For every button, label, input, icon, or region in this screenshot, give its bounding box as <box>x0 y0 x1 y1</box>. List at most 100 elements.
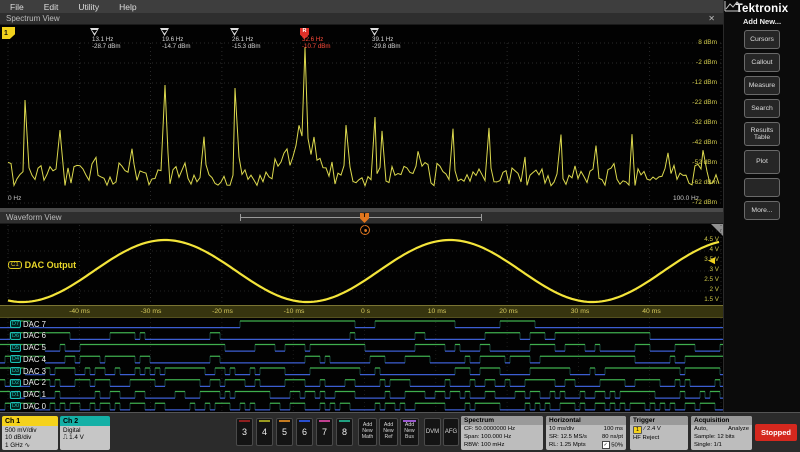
channel-4-button[interactable]: 4 <box>256 418 273 446</box>
trigger-source-chip: 1 <box>633 426 642 434</box>
spectrum-y-axis-label: -2 dBm <box>696 59 717 66</box>
channel-color-stripe <box>339 420 350 422</box>
digital-channel-name: DAC 0 <box>23 402 46 411</box>
callout-button[interactable]: Callout <box>744 53 780 72</box>
spectrum-view-header[interactable]: Spectrum View ✕ <box>0 13 723 25</box>
ch2-threshold: ⎍ 1.4 V <box>63 434 107 441</box>
spectrum-y-axis-label: -32 dBm <box>692 119 717 126</box>
waveform-view-title: Waveform View <box>6 213 62 222</box>
time-axis-label: 0 s <box>361 308 370 315</box>
settings-bar: Ch 1 500 mV/div 10 dB/div 1 GHz ∿ Ch 2 D… <box>0 412 800 452</box>
menu-edit[interactable]: Edit <box>44 2 59 12</box>
digital-channel-handle[interactable]: D2DAC 2 <box>10 377 46 388</box>
time-axis-label: -10 ms <box>284 308 305 315</box>
spectrum-plot[interactable]: 1 0 Hz 100.0 Hz 8 dBm-2 dBm-12 dBm-22 dB… <box>0 25 723 208</box>
add-new-ref-button[interactable]: Add New Ref <box>379 418 398 446</box>
plot-button[interactable]: Plot <box>744 150 780 174</box>
histogram-plot-button[interactable] <box>744 178 780 197</box>
afg-button[interactable]: AFG <box>443 418 459 446</box>
add-new-label: Add New... <box>724 17 800 26</box>
digital-channel-name: DAC 2 <box>23 378 46 387</box>
more-button[interactable]: More... <box>744 201 780 220</box>
spectrum-peak-marker[interactable]: 13.1 Hz-28.7 dBm <box>90 28 99 36</box>
menu-utility[interactable]: Utility <box>78 2 99 12</box>
search-button[interactable]: Search <box>744 99 780 118</box>
marker-readout: 19.6 Hz-14.7 dBm <box>162 37 191 51</box>
add-new-math-button[interactable]: Add New Math <box>358 418 377 446</box>
analog-waveform-area[interactable]: ◀ C1 DAC Output 4.5 V4 V3.5 V3 V2.5 V2 V… <box>0 224 723 305</box>
trigger-badge[interactable]: Trigger 1 ∕ 2.4 V HF Reject <box>630 416 688 450</box>
menu-help[interactable]: Help <box>119 2 136 12</box>
inactive-channel-buttons: 345678 <box>236 418 353 446</box>
close-icon[interactable]: ✕ <box>708 14 715 23</box>
analog-y-axis-label: 4.5 V <box>704 236 719 243</box>
digital-channel-handle[interactable]: D6DAC 6 <box>10 330 46 341</box>
menu-file[interactable]: File <box>10 2 24 12</box>
measure-button[interactable]: Measure <box>744 76 780 95</box>
horizontal-badge[interactable]: Horizontal 10 ms/div100 ms SR: 12.5 MS/s… <box>546 416 626 450</box>
channel-5-button[interactable]: 5 <box>276 418 293 446</box>
marker-readout: 26.1 Hz-15.3 dBm <box>232 37 261 51</box>
channel2-badge[interactable]: Ch 2 Digital ⎍ 1.4 V <box>60 416 110 450</box>
dvm-button[interactable]: DVM <box>424 418 441 446</box>
channel-3-button[interactable]: 3 <box>236 418 253 446</box>
spectrum-y-axis-label: -22 dBm <box>692 99 717 106</box>
analog-y-axis-label: 1.5 V <box>704 296 719 303</box>
cursors-button[interactable]: Cursors <box>744 30 780 49</box>
digital-channel-handle[interactable]: D0DAC 0 <box>10 401 46 412</box>
menu-bar: File Edit Utility Help <box>0 0 733 13</box>
add-new-bus-button[interactable]: Add New Bus <box>400 418 419 446</box>
digital-channel-handle[interactable]: D7DAC 7 <box>10 319 46 330</box>
digital-channel-handle[interactable]: D3DAC 3 <box>10 366 46 377</box>
run-stop-button[interactable]: Stopped <box>755 424 797 441</box>
digital-channel-chip: D2 <box>10 379 21 387</box>
waveform-view-header[interactable]: Waveform View T <box>0 212 723 224</box>
ch1-vertical-scale: 500 mV/div <box>5 427 55 434</box>
acquisition-badge[interactable]: Acquisition Auto,Analyze Sample: 12 bits… <box>691 416 752 450</box>
analog-y-axis-label: 4 V <box>710 246 719 253</box>
analog-y-axis-label: 2.5 V <box>704 276 719 283</box>
digital-channel-name: DAC 4 <box>23 355 46 364</box>
spectrum-y-axis-label: -52 dBm <box>692 159 717 166</box>
spectrum-peak-marker[interactable]: 26.1 Hz-15.3 dBm <box>230 28 239 36</box>
channel-6-button[interactable]: 6 <box>296 418 313 446</box>
ch1-spectrum-scale: 10 dB/div <box>5 434 55 441</box>
digital-channel-handle[interactable]: D1DAC 1 <box>10 389 46 400</box>
spectrum-badge[interactable]: Spectrum CF: 50.0000000 Hz Span: 100.000… <box>461 416 543 450</box>
ch2-mode: Digital <box>63 427 107 434</box>
digital-channel-name: DAC 7 <box>23 320 46 329</box>
digital-channel-handle[interactable]: D5DAC 5 <box>10 342 46 353</box>
digital-traces-svg <box>0 318 723 412</box>
digital-channel-name: DAC 3 <box>23 367 46 376</box>
trigger-position-flag-icon[interactable]: T <box>360 213 369 223</box>
spectrum-y-axis-label: 8 dBm <box>698 39 717 46</box>
trigger-slope-icon: ∕ <box>644 425 645 433</box>
oscilloscope-app: File Edit Utility Help Spectrum View ✕ 1… <box>0 0 800 452</box>
spectrum-peak-marker[interactable]: 39.1 Hz-29.8 dBm <box>370 28 379 36</box>
digital-channel-name: DAC 6 <box>23 331 46 340</box>
digital-channel-chip: D0 <box>10 402 21 410</box>
channel-color-stripe <box>259 420 270 422</box>
digital-channels-area[interactable]: D7DAC 7D6DAC 6D5DAC 5D4DAC 4D3DAC 3D2DAC… <box>0 318 723 412</box>
peak-marker-icon <box>230 28 239 36</box>
spectrum-span: Span: 100.000 Hz <box>464 433 511 441</box>
time-axis-label: 10 ms <box>428 308 447 315</box>
time-axis-ruler[interactable]: -40 ms-30 ms-20 ms-10 ms0 s10 ms20 ms30 … <box>0 305 723 318</box>
right-sidebar: Tektronix Add New... CursorsCalloutMeasu… <box>723 0 800 412</box>
results-table-button[interactable]: Results Table <box>744 122 780 146</box>
marker-readout: 32.6 Hz-10.7 dBm <box>302 37 331 51</box>
spectrum-view-title: Spectrum View <box>6 14 60 23</box>
channel-color-stripe <box>319 420 330 422</box>
analog-y-axis-label: 3.5 V <box>704 256 719 263</box>
digital-channel-handle[interactable]: D4DAC 4 <box>10 354 46 365</box>
channel-7-button[interactable]: 7 <box>316 418 333 446</box>
marker-readout: 39.1 Hz-29.8 dBm <box>372 37 401 51</box>
analog-y-axis-label: 2 V <box>710 286 719 293</box>
spectrum-reference-marker[interactable]: R32.6 Hz-10.7 dBm <box>300 28 309 39</box>
trigger-coupling: HF Reject <box>633 434 659 442</box>
channel1-badge[interactable]: Ch 1 500 mV/div 10 dB/div 1 GHz ∿ <box>2 416 58 450</box>
channel-8-button[interactable]: 8 <box>336 418 353 446</box>
spectrum-peak-marker[interactable]: 19.6 Hz-14.7 dBm <box>160 28 169 36</box>
spectrum-y-axis-label: -72 dBm <box>692 199 717 206</box>
digital-channel-chip: D7 <box>10 320 21 328</box>
